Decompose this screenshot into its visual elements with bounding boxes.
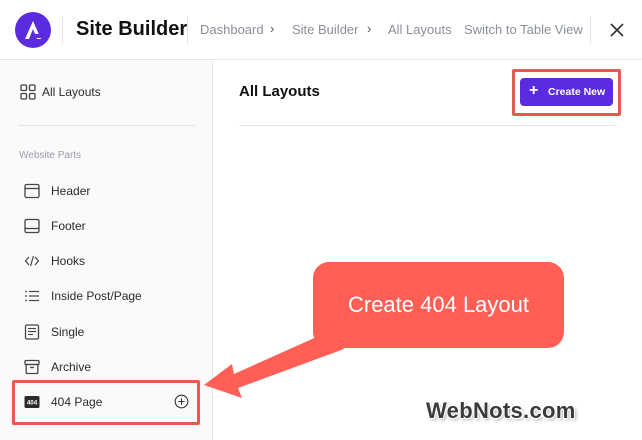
sidebar-item-label: Single [51,325,85,339]
content-divider [239,125,615,126]
divider [62,16,63,44]
callout-text: Create 404 Layout [347,292,530,317]
chevron-right-icon: › [367,21,372,36]
footer-layout-icon [24,218,40,234]
sidebar-item-inside-post-page[interactable]: Inside Post/Page [0,281,213,311]
sidebar-item-label: All Layouts [42,85,101,99]
close-button[interactable] [604,17,630,43]
breadcrumb-dashboard[interactable]: Dashboard [200,22,264,37]
breadcrumb-all-layouts[interactable]: All Layouts [388,22,452,37]
archive-icon [24,359,40,375]
sidebar-item-label: Footer [51,219,86,233]
sidebar-item-header[interactable]: Header [0,176,213,206]
breadcrumb-site-builder[interactable]: Site Builder [292,22,358,37]
sidebar-item-single[interactable]: Single [0,317,213,347]
page-title: All Layouts [239,83,320,100]
sidebar-item-footer[interactable]: Footer [0,211,213,241]
top-bar: Site Builder Dashboard › Site Builder › … [0,0,642,60]
close-icon [610,23,624,37]
highlight-404-page [12,380,200,425]
code-icon [24,255,40,267]
astra-logo-icon [15,12,51,48]
annotation-callout: Create 404 Layout [313,262,564,348]
sidebar-divider [18,125,195,126]
list-icon [25,290,39,302]
divider [590,16,591,44]
chevron-right-icon: › [270,21,275,36]
section-label: Website Parts [19,150,82,161]
sidebar-item-hooks[interactable]: Hooks [0,246,213,276]
switch-table-view-link[interactable]: Switch to Table View [464,22,583,37]
sidebar-item-archive[interactable]: Archive [0,352,213,382]
sidebar-item-all-layouts[interactable]: All Layouts [0,77,213,107]
sidebar-item-label: Header [51,184,91,198]
divider [187,16,188,44]
watermark: WebNots.com [426,398,576,423]
header-layout-icon [24,183,40,199]
sidebar-item-label: Archive [51,360,92,374]
app-title: Site Builder [76,18,188,40]
sidebar-item-label: Inside Post/Page [51,289,142,303]
grid-icon [20,84,36,100]
single-page-icon [24,324,40,340]
highlight-create-new [512,69,621,116]
sidebar-item-label: Hooks [51,254,86,268]
